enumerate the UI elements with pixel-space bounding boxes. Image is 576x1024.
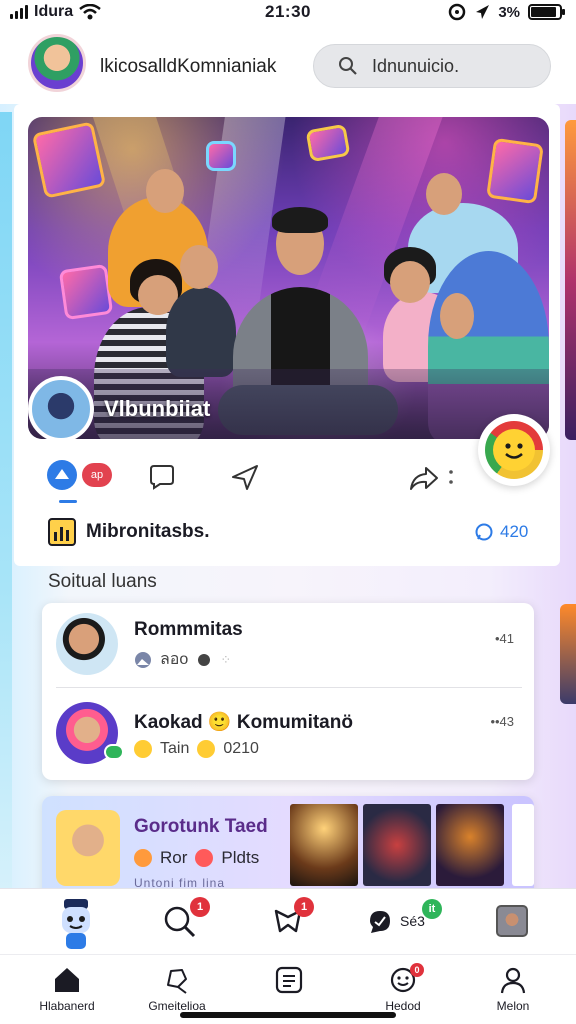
search-input[interactable] bbox=[372, 55, 522, 77]
chat-bubble-icon bbox=[370, 911, 390, 933]
next-card-peek bbox=[565, 120, 576, 440]
location-icon bbox=[476, 5, 490, 19]
post-author-avatar[interactable] bbox=[28, 376, 94, 442]
tab-notifications[interactable]: 0 Hedod bbox=[348, 963, 458, 1017]
notification-badge: 1 bbox=[190, 897, 210, 917]
hero-image[interactable] bbox=[28, 117, 549, 439]
promo-title: Gorotunk Taed bbox=[134, 816, 268, 837]
section-title: Soitual luans bbox=[48, 571, 157, 592]
comment-icon[interactable] bbox=[148, 462, 176, 490]
messages-action[interactable]: Sé3 it bbox=[366, 899, 456, 941]
media-thumbnail[interactable] bbox=[363, 804, 431, 886]
battery-percent: 3% bbox=[498, 3, 520, 21]
media-thumbnail[interactable] bbox=[290, 804, 358, 886]
profile-avatar[interactable] bbox=[28, 34, 86, 92]
smiley-icon bbox=[485, 421, 543, 479]
home-icon bbox=[55, 968, 79, 992]
alarm-icon bbox=[449, 3, 466, 21]
dots-icon: ⁘ bbox=[220, 651, 232, 667]
list-item-time: •41 bbox=[494, 631, 514, 646]
community-label[interactable]: Mibronitasbs. bbox=[86, 521, 210, 543]
avatar bbox=[56, 613, 118, 675]
app-title: lkicosalldKomnianiak bbox=[100, 56, 277, 77]
floating-photo-tile bbox=[305, 123, 351, 163]
floating-photo-tile bbox=[58, 263, 114, 321]
search-bar[interactable] bbox=[313, 44, 551, 88]
send-icon[interactable] bbox=[230, 462, 260, 492]
person-figure bbox=[166, 287, 236, 377]
heart-icon bbox=[198, 653, 211, 666]
list-item-sub: ลอo ⁘ bbox=[134, 647, 231, 672]
share-icon[interactable] bbox=[408, 464, 440, 492]
avatar bbox=[496, 905, 528, 937]
promo-card[interactable]: Gorotunk Taed Ror Pldts Untoni fim lina bbox=[42, 796, 534, 896]
list-item-title: Rommmitas bbox=[134, 619, 243, 640]
search-icon bbox=[339, 57, 357, 75]
photo-icon bbox=[135, 651, 151, 668]
post-title: Vlbunbiiat bbox=[104, 396, 211, 421]
list-item[interactable]: Kaokad 🙂 Komumitanö Tain 0210 ••43 bbox=[42, 688, 534, 778]
status-bar: Idura 21:30 3% bbox=[0, 0, 576, 26]
more-icon[interactable] bbox=[448, 468, 454, 488]
notification-badge: 1 bbox=[294, 897, 314, 917]
tab-label: Melon bbox=[496, 999, 530, 1013]
tab-label: Hlabanerd bbox=[39, 999, 95, 1013]
left-edge-panel bbox=[0, 112, 12, 892]
list-item[interactable]: Rommmitas ลอo ⁘ •41 bbox=[42, 603, 534, 687]
status-right: 3% bbox=[448, 3, 565, 21]
active-indicator bbox=[59, 500, 77, 503]
list-icon bbox=[275, 966, 303, 994]
smiley-icon bbox=[134, 740, 152, 758]
smiley-icon bbox=[195, 849, 214, 867]
quick-action-bar: 1 1 Sé3 it bbox=[0, 888, 576, 954]
robot-avatar-icon bbox=[62, 899, 90, 949]
social-list: Rommmitas ลอo ⁘ •41 Kaokad 🙂 Komumitanö … bbox=[42, 603, 534, 780]
floating-photo-tile bbox=[31, 121, 107, 199]
list-item-time: ••43 bbox=[490, 714, 514, 729]
search-action[interactable]: 1 bbox=[160, 897, 210, 941]
next-card-peek bbox=[560, 604, 576, 704]
mascot-button[interactable] bbox=[56, 895, 96, 951]
bookmark-action[interactable]: 1 bbox=[268, 897, 314, 941]
messages-label: Sé3 bbox=[400, 913, 425, 929]
chat-bubble-icon bbox=[475, 523, 493, 541]
app-header: lkicosalldKomnianiak bbox=[0, 26, 576, 104]
list-item-title: Kaokad 🙂 Komumitanö bbox=[134, 712, 353, 733]
tab-profile[interactable]: Melon bbox=[458, 965, 568, 1017]
media-thumbnail[interactable] bbox=[436, 804, 504, 886]
online-badge bbox=[104, 744, 124, 760]
home-indicator bbox=[180, 1012, 396, 1018]
notification-badge: 0 bbox=[410, 963, 424, 977]
community-count[interactable]: 420 bbox=[474, 522, 528, 542]
smiley-icon bbox=[134, 849, 152, 867]
floating-photo-tile bbox=[486, 137, 544, 205]
tab-label: Gmeitelioa bbox=[148, 999, 206, 1013]
tab-explore[interactable]: Gmeitelioa bbox=[122, 965, 232, 1017]
profile-action[interactable] bbox=[496, 905, 528, 937]
smiley-icon bbox=[197, 740, 216, 758]
tab-home[interactable]: Hlabanerd bbox=[12, 965, 122, 1017]
thumbs-up-icon bbox=[55, 469, 69, 479]
community-icon bbox=[48, 518, 76, 546]
react-button[interactable] bbox=[478, 414, 550, 486]
list-item-sub: Tain 0210 bbox=[134, 740, 259, 758]
tab-label: Hedod bbox=[385, 999, 421, 1013]
person-icon bbox=[500, 967, 526, 994]
like-button[interactable] bbox=[47, 460, 77, 490]
avatar bbox=[56, 810, 120, 886]
tab-feed[interactable] bbox=[234, 965, 344, 1017]
search-icon bbox=[167, 969, 187, 994]
promo-sub: Ror Pldts bbox=[134, 848, 259, 868]
floating-photo-tile bbox=[206, 141, 236, 171]
reaction-count-pill[interactable]: ар bbox=[82, 463, 112, 487]
promo-edge bbox=[512, 804, 534, 886]
battery-icon bbox=[528, 4, 565, 20]
notification-badge: it bbox=[422, 899, 442, 919]
